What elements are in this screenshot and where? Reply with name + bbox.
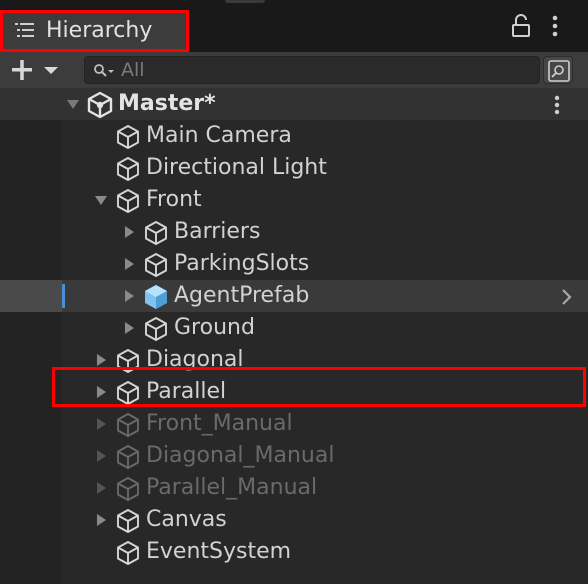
search-icon: [94, 64, 114, 77]
tree-item-label: Main Camera: [146, 123, 292, 148]
hierarchy-tab[interactable]: Hierarchy: [2, 10, 188, 52]
gameobject-cube-icon: [117, 189, 139, 213]
tree-item-label: Front: [146, 187, 202, 212]
tree-item[interactable]: Barriers: [0, 216, 588, 248]
gameobject-cube-icon: [117, 349, 139, 373]
tree-item[interactable]: ParkingSlots: [0, 248, 588, 280]
tree-item[interactable]: Ground: [0, 312, 588, 344]
selection-indicator: [62, 284, 65, 308]
search-scene-icon: [548, 60, 570, 82]
expand-arrow-right-icon[interactable]: [122, 257, 136, 271]
row-gutter: [0, 184, 62, 216]
tree-item-label: Parallel: [146, 379, 227, 404]
gameobject-cube-icon: [117, 445, 139, 469]
row-gutter: [0, 88, 62, 120]
gameobject-cube-icon: [117, 381, 139, 405]
tree-item-label: Diagonal_Manual: [146, 443, 335, 468]
expand-arrow-right-icon[interactable]: [122, 225, 136, 239]
gameobject-cube-icon: [117, 541, 139, 565]
tree-item-label: Ground: [174, 315, 255, 340]
tree-item[interactable]: Diagonal_Manual: [0, 440, 588, 472]
adjacent-tab-edge: [225, 0, 265, 3]
tree-item[interactable]: Main Camera: [0, 120, 588, 152]
gameobject-cube-icon: [117, 509, 139, 533]
tree-item-label: Master*: [118, 91, 216, 116]
gameobject-cube-icon: [117, 477, 139, 501]
expand-arrow-right-icon[interactable]: [94, 481, 108, 495]
hierarchy-tree: Master* Main Camera Directional Light Front…: [0, 88, 588, 584]
expand-arrow-down-icon[interactable]: [66, 97, 80, 111]
panel-title: Hierarchy: [46, 18, 153, 43]
tree-item[interactable]: EventSystem: [0, 536, 588, 568]
plus-icon: [12, 60, 32, 80]
scene-visibility-button[interactable]: [543, 56, 573, 84]
tree-item[interactable]: Parallel_Manual: [0, 472, 588, 504]
row-gutter: [0, 152, 62, 184]
tree-item-label: Diagonal: [146, 347, 244, 372]
prefab-cube-icon: [145, 285, 167, 309]
expand-arrow-right-icon[interactable]: [94, 417, 108, 431]
row-gutter: [0, 344, 62, 376]
tree-item-label: Barriers: [174, 219, 261, 244]
tree-item-label: Parallel_Manual: [146, 475, 318, 500]
open-prefab-chevron-icon[interactable]: [560, 288, 574, 306]
tree-item[interactable]: Front: [0, 184, 588, 216]
row-gutter: [0, 472, 62, 504]
row-gutter: [0, 408, 62, 440]
tree-item-label: AgentPrefab: [174, 283, 310, 308]
gameobject-cube-icon: [145, 221, 167, 245]
tree-item[interactable]: Canvas: [0, 504, 588, 536]
hierarchy-toolbar: [0, 52, 588, 88]
tree-item-label: Canvas: [146, 507, 227, 532]
tree-item-label: ParkingSlots: [174, 251, 310, 276]
gameobject-cube-icon: [145, 253, 167, 277]
window-tab-bar: Hierarchy: [0, 0, 588, 52]
row-gutter: [0, 120, 62, 152]
row-gutter: [0, 280, 62, 312]
expand-arrow-down-icon[interactable]: [94, 193, 108, 207]
gameobject-cube-icon: [117, 125, 139, 149]
expand-arrow-right-icon[interactable]: [122, 289, 136, 303]
row-gutter: [0, 376, 62, 408]
search-input[interactable]: [121, 58, 521, 82]
dropdown-arrow-icon: [44, 67, 58, 74]
tree-item[interactable]: Diagonal: [0, 344, 588, 376]
add-dropdown-button[interactable]: [8, 57, 64, 83]
scene-menu-icon[interactable]: [550, 94, 564, 116]
tree-item[interactable]: Parallel: [0, 376, 588, 408]
row-gutter: [0, 248, 62, 280]
row-gutter: [0, 440, 62, 472]
lock-icon[interactable]: [511, 14, 531, 38]
tree-item-label: Directional Light: [146, 155, 327, 180]
tree-item-label: Front_Manual: [146, 411, 293, 436]
expand-arrow-right-icon[interactable]: [94, 449, 108, 463]
search-field[interactable]: [84, 56, 540, 84]
gameobject-cube-icon: [117, 157, 139, 181]
tree-item-label: EventSystem: [146, 539, 292, 564]
tree-item[interactable]: Front_Manual: [0, 408, 588, 440]
list-icon: [15, 23, 34, 37]
unity-scene-icon: [87, 91, 113, 119]
expand-arrow-right-icon[interactable]: [94, 513, 108, 527]
tree-item[interactable]: Directional Light: [0, 152, 588, 184]
tree-item[interactable]: AgentPrefab: [0, 280, 588, 312]
row-gutter: [0, 504, 62, 536]
row-gutter: [0, 312, 62, 344]
gameobject-cube-icon: [117, 413, 139, 437]
gameobject-cube-icon: [145, 317, 167, 341]
row-gutter: [0, 216, 62, 248]
expand-arrow-right-icon[interactable]: [122, 321, 136, 335]
row-gutter: [0, 536, 62, 568]
expand-arrow-right-icon[interactable]: [94, 385, 108, 399]
expand-arrow-right-icon[interactable]: [94, 353, 108, 367]
panel-menu-icon[interactable]: [547, 12, 563, 40]
scene-row[interactable]: Master*: [0, 88, 588, 120]
